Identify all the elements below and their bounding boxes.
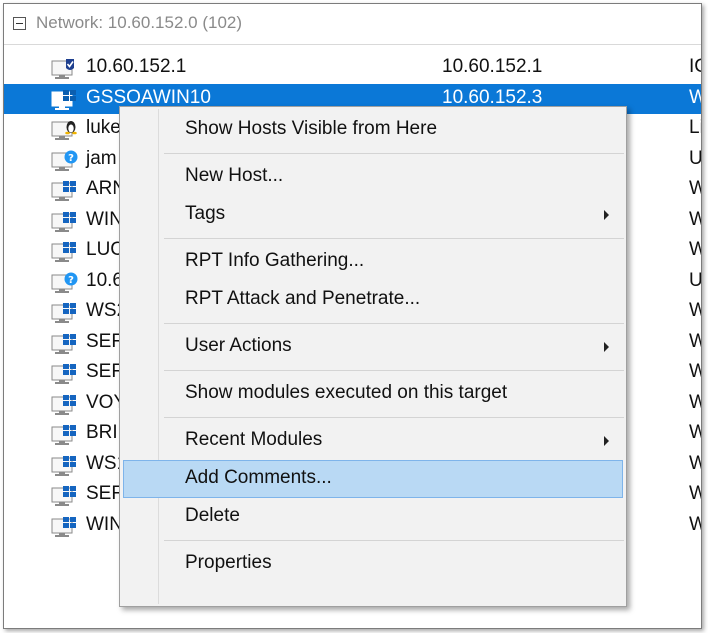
host-row[interactable]: 10.60.152.1 10.60.152.1 IC <box>4 53 701 83</box>
menu-item-new-host[interactable]: New Host... <box>123 158 623 196</box>
unknown-host-icon: ? <box>50 150 86 172</box>
menu-item-label: New Host... <box>185 165 284 186</box>
host-name: BRI <box>86 422 118 443</box>
menu-item-show-modules-executed-on-this-target[interactable]: Show modules executed on this target <box>123 375 623 413</box>
host-os: W <box>689 361 701 383</box>
menu-item-label: Properties <box>185 552 272 573</box>
menu-item-label: RPT Info Gathering... <box>185 250 365 271</box>
menu-item-label: Add Comments... <box>185 467 332 488</box>
submenu-arrow-icon <box>604 436 609 446</box>
windows-host-icon <box>50 394 86 416</box>
host-name: luke <box>86 117 121 138</box>
windows-host-icon <box>50 333 86 355</box>
menu-item-label: User Actions <box>185 335 292 356</box>
host-name: 10.6 <box>86 269 123 291</box>
windows-host-icon <box>50 241 86 263</box>
host-name: 10.60.152.1 <box>86 56 187 77</box>
network-group-header[interactable]: Network: 10.60.152.0 (102) <box>4 4 701 45</box>
host-os: U <box>689 269 702 291</box>
host-os: W <box>689 392 701 414</box>
menu-item-show-hosts-visible-from-here[interactable]: Show Hosts Visible from Here <box>123 111 623 149</box>
windows-host-icon <box>50 424 86 446</box>
menu-item-label: Tags <box>185 203 226 224</box>
windows-host-icon <box>50 180 86 202</box>
host-os: W <box>689 87 701 109</box>
menu-item-label: Recent Modules <box>185 429 323 450</box>
host-name: jam <box>86 147 117 169</box>
menu-item-properties[interactable]: Properties <box>123 545 623 583</box>
windows-host-icon <box>50 302 86 324</box>
host-os: Li <box>689 117 701 138</box>
unknown-host-icon: ? <box>50 272 86 294</box>
menu-item-tags[interactable]: Tags <box>123 196 623 234</box>
host-os: W <box>689 300 701 322</box>
menu-item-user-actions[interactable]: User Actions <box>123 328 623 366</box>
menu-item-rpt-attack-and-penetrate[interactable]: RPT Attack and Penetrate... <box>123 281 623 319</box>
menu-separator <box>164 540 624 541</box>
collapse-icon[interactable] <box>13 17 26 30</box>
windows-host-icon <box>50 89 86 111</box>
menu-separator <box>164 417 624 418</box>
menu-item-delete[interactable]: Delete <box>123 498 623 536</box>
host-os: IC <box>689 56 701 77</box>
host-os: W <box>689 514 701 536</box>
host-os: W <box>689 209 701 231</box>
menu-item-label: RPT Attack and Penetrate... <box>185 288 421 309</box>
host-name: WIN <box>86 208 123 230</box>
host-os: W <box>689 331 701 353</box>
submenu-arrow-icon <box>604 342 609 352</box>
menu-item-label: Delete <box>185 505 240 526</box>
host-os: W <box>689 483 701 505</box>
host-os: W <box>689 178 701 200</box>
host-os: W <box>689 453 701 475</box>
host-os: W <box>689 422 701 444</box>
svg-text:?: ? <box>68 153 74 164</box>
menu-separator <box>164 153 624 154</box>
menu-separator <box>164 370 624 371</box>
windows-host-icon <box>50 363 86 385</box>
menu-item-label: Show Hosts Visible from Here <box>185 118 438 139</box>
context-menu: Show Hosts Visible from Here New Host... T… <box>119 106 627 607</box>
menu-separator <box>164 323 624 324</box>
menu-item-recent-modules[interactable]: Recent Modules <box>123 422 623 460</box>
host-os: W <box>689 239 701 261</box>
menu-separator <box>164 238 624 239</box>
network-label: Network: 10.60.152.0 (102) <box>36 13 243 32</box>
windows-host-icon <box>50 485 86 507</box>
host-check-icon <box>50 58 86 80</box>
host-os: U <box>689 147 702 169</box>
svg-text:?: ? <box>68 275 74 286</box>
submenu-arrow-icon <box>604 210 609 220</box>
windows-host-icon <box>50 455 86 477</box>
menu-item-rpt-info-gathering[interactable]: RPT Info Gathering... <box>123 243 623 281</box>
host-ip: 10.60.152.1 <box>442 56 543 77</box>
linux-host-icon <box>50 119 86 141</box>
windows-host-icon <box>50 211 86 233</box>
menu-item-add-comments[interactable]: Add Comments... <box>123 460 623 498</box>
windows-host-icon <box>50 516 86 538</box>
menu-item-label: Show modules executed on this target <box>185 382 508 403</box>
